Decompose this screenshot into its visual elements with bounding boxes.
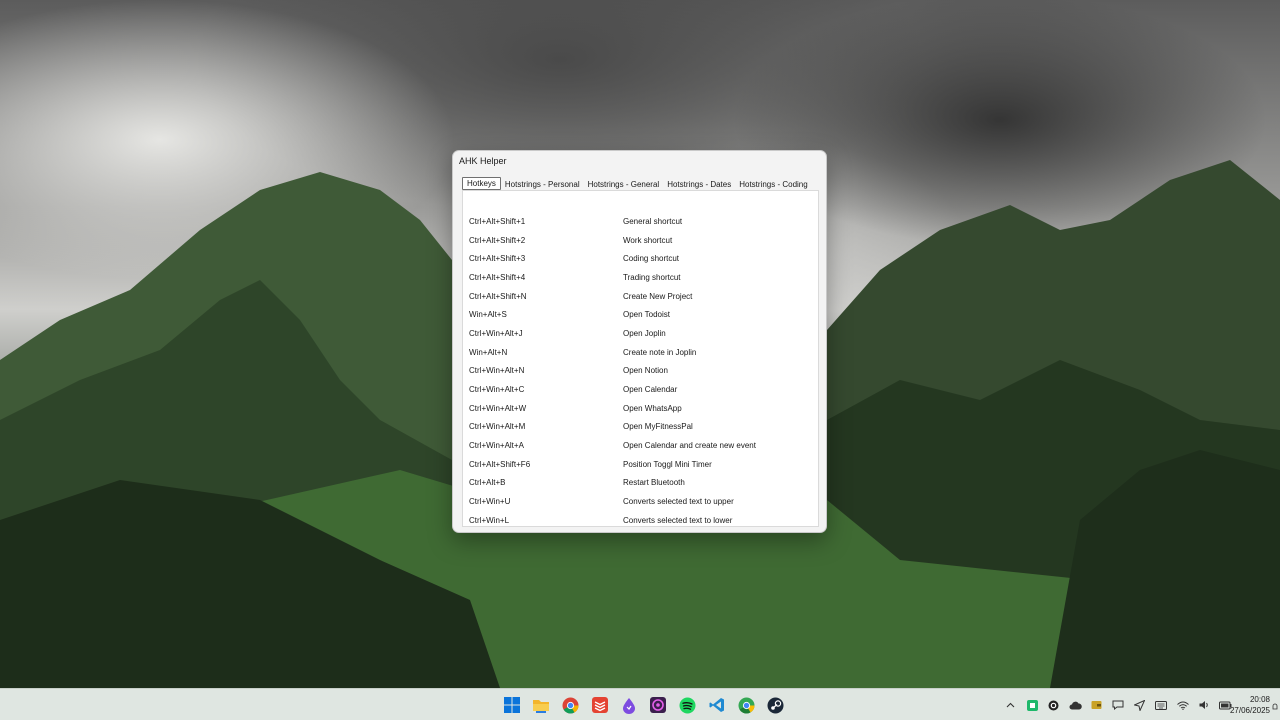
wallet-icon[interactable] (1086, 696, 1108, 714)
hotkey-combo: Ctrl+Alt+Shift+4 (469, 272, 526, 282)
hotkey-combo: Ctrl+Alt+Shift+F6 (469, 459, 531, 469)
clock-date: 27/06/2025 (1229, 706, 1270, 715)
wifi-icon[interactable] (1172, 696, 1194, 714)
ahk-helper-window[interactable]: AHK Helper Hotkeys Hotstrings - Personal… (452, 150, 827, 533)
todoist-icon[interactable] (585, 694, 614, 716)
hotkey-combo: Ctrl+Alt+Shift+3 (469, 254, 526, 264)
hotkey-description: Open WhatsApp (623, 403, 682, 413)
hotkey-combo: Ctrl+Win+L (469, 515, 510, 525)
list-item: Ctrl+Win+U Converts selected text to uppe… (469, 492, 813, 511)
list-item: Ctrl+Alt+Shift+3 Coding shortcut (469, 249, 813, 268)
list-item: Ctrl+Win+Alt+J Open Joplin (469, 324, 813, 343)
clock-time: 20:08 (1249, 695, 1270, 704)
list-item: Ctrl+Alt+Shift+1 General shortcut (469, 212, 813, 231)
keyboard-icon[interactable] (1151, 696, 1173, 714)
hotkey-description: Open MyFitnessPal (623, 422, 693, 432)
list-item: Ctrl+Win+L Converts selected text to lowe… (469, 511, 813, 530)
hotkey-combo: Ctrl+Win+U (469, 497, 511, 507)
list-item: Win+Alt+S Open Todoist (469, 305, 813, 324)
tab-hotstrings-personal[interactable]: Hotstrings - Personal (501, 179, 584, 190)
vscode-icon[interactable] (702, 694, 731, 716)
tab-hotstrings-coding[interactable]: Hotstrings - Coding (735, 179, 811, 190)
hotkey-combo: Ctrl+Alt+Shift+N (469, 291, 527, 301)
hotkey-combo: Ctrl+Win+Alt+M (469, 422, 526, 432)
list-item: Ctrl+Win+Alt+C Open Calendar (469, 380, 813, 399)
hotkey-description: Converts selected text to lower (623, 515, 733, 525)
hotkey-combo: Ctrl+Win+Alt+N (469, 366, 525, 376)
taskbar-apps (497, 694, 790, 716)
spotify-icon[interactable] (673, 694, 702, 716)
window-title: AHK Helper (459, 156, 507, 166)
joplin-icon[interactable] (614, 694, 643, 716)
file-explorer-icon[interactable] (526, 694, 555, 716)
hotkey-description: Create New Project (623, 291, 693, 301)
hotkey-description: Converts selected text to upper (623, 497, 734, 507)
list-item: Ctrl+Alt+Shift+N Create New Project (469, 287, 813, 306)
steam-icon[interactable] (761, 694, 790, 716)
list-item: Ctrl+Win+Alt+M Open MyFitnessPal (469, 418, 813, 437)
send-icon[interactable] (1129, 696, 1151, 714)
chat-icon[interactable] (1108, 696, 1130, 714)
hotkey-combo: Ctrl+Win+Alt+J (469, 328, 523, 338)
circle-app-icon[interactable] (1043, 696, 1065, 714)
green-app-icon[interactable] (1022, 696, 1044, 714)
hotkeys-list: Ctrl+Alt+Shift+1 General shortcut Ctrl+Al… (469, 212, 813, 530)
hotkey-description: Create note in Joplin (623, 347, 697, 357)
tab-strip: Hotkeys Hotstrings - Personal Hotstrings… (462, 177, 812, 190)
tab-hotstrings-general[interactable]: Hotstrings - General (584, 179, 664, 190)
hotkey-description: General shortcut (623, 216, 683, 226)
volume-icon[interactable] (1194, 696, 1216, 714)
notification-bell-icon[interactable] (1272, 699, 1278, 710)
hotkey-description: Position Toggl Mini Timer (623, 459, 712, 469)
hotkey-description: Open Calendar (623, 385, 678, 395)
hotkey-description: Work shortcut (623, 235, 673, 245)
hotkey-combo: Ctrl+Alt+Shift+2 (469, 235, 526, 245)
hotkey-combo: Ctrl+Alt+Shift+1 (469, 216, 526, 226)
hotkey-description: Open Todoist (623, 310, 670, 320)
taskbar: 20:08 27/06/2025 (0, 688, 1280, 720)
clock[interactable]: 20:08 27/06/2025 (1230, 694, 1270, 716)
hotkey-combo: Win+Alt+N (469, 347, 508, 357)
hotkey-combo: Win+Alt+S (469, 310, 507, 320)
hotkey-combo: Ctrl+Alt+B (469, 478, 506, 488)
tab-hotkeys[interactable]: Hotkeys (462, 177, 501, 190)
hotkey-combo: Ctrl+Win+Alt+A (469, 441, 524, 451)
list-item: Ctrl+Win+Alt+N Open Notion (469, 362, 813, 381)
list-item: Ctrl+Alt+B Restart Bluetooth (469, 474, 813, 493)
hotkey-description: Trading shortcut (623, 272, 681, 282)
hotkey-combo: Ctrl+Win+Alt+W (469, 403, 527, 413)
chrome-icon[interactable] (556, 694, 585, 716)
hotkey-combo: Ctrl+Win+Alt+C (469, 385, 525, 395)
chevron-up-icon[interactable] (1000, 696, 1022, 714)
hotkey-description: Open Notion (623, 366, 668, 376)
tab-hotstrings-dates[interactable]: Hotstrings - Dates (663, 179, 735, 190)
system-tray (1000, 696, 1237, 714)
hotkeys-panel: Ctrl+Alt+Shift+1 General shortcut Ctrl+Al… (462, 190, 819, 527)
list-item: Ctrl+Win+Alt+W Open WhatsApp (469, 399, 813, 418)
chrome-canary-icon[interactable] (731, 694, 760, 716)
list-item: Ctrl+Alt+Shift+F6 Position Toggl Mini Tim… (469, 455, 813, 474)
hotkey-description: Restart Bluetooth (623, 478, 685, 488)
list-item: Ctrl+Alt+Shift+4 Trading shortcut (469, 268, 813, 287)
list-item: Win+Alt+N Create note in Joplin (469, 343, 813, 362)
cloud-icon[interactable] (1065, 696, 1087, 714)
hotkey-description: Open Joplin (623, 328, 666, 338)
hotkey-description: Coding shortcut (623, 254, 680, 264)
windows-start-icon[interactable] (497, 694, 526, 716)
list-item: Ctrl+Win+Alt+A Open Calendar and create n… (469, 436, 813, 455)
podcast-icon[interactable] (643, 694, 672, 716)
list-item: Ctrl+Alt+Shift+2 Work shortcut (469, 231, 813, 250)
hotkey-description: Open Calendar and create new event (623, 441, 756, 451)
